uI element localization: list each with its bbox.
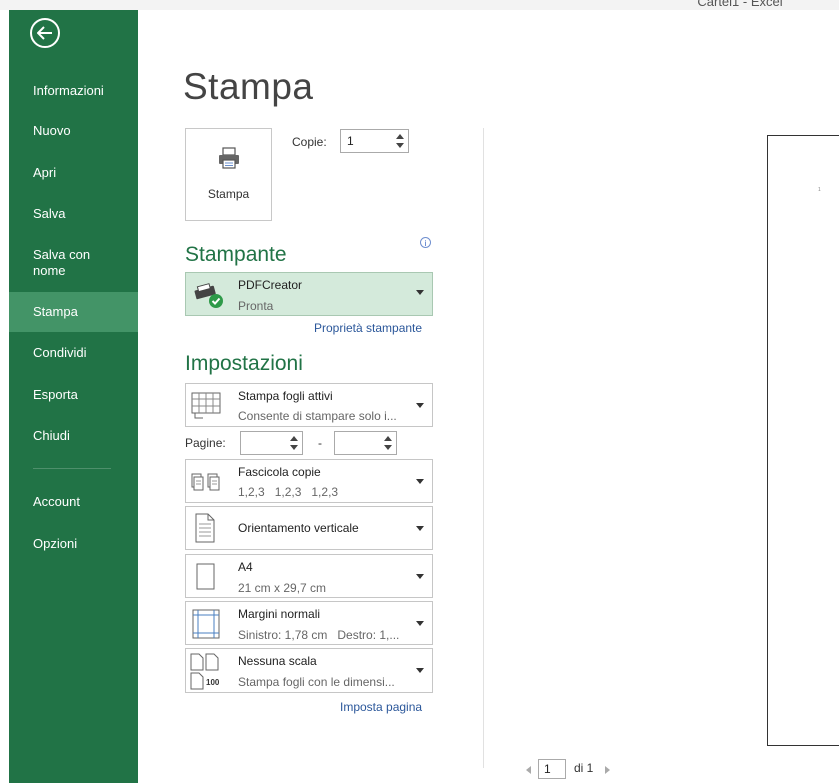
paper-size-title: A4 — [238, 560, 253, 574]
printer-status: Pronta — [238, 299, 274, 313]
margins-subtitle: Sinistro: 1,78 cm Destro: 1,... — [238, 628, 400, 642]
info-icon[interactable]: i — [420, 237, 431, 248]
print-button-label: Stampa — [207, 187, 250, 201]
copies-stepper[interactable]: 1 — [340, 129, 409, 153]
pages-to-stepper[interactable] — [334, 431, 397, 455]
window-title: Cartel1 - Excel — [697, 0, 783, 9]
pages-dash: - — [318, 436, 322, 450]
copies-spin-arrows[interactable] — [396, 133, 404, 149]
sidebar-item-nuovo[interactable]: Nuovo — [9, 123, 138, 139]
sidebar-item-stampa[interactable]: Stampa — [9, 292, 138, 332]
sidebar-item-apri[interactable]: Apri — [9, 165, 138, 181]
print-what-title: Stampa fogli attivi — [238, 389, 333, 403]
back-button[interactable] — [30, 18, 60, 48]
backstage-sidebar: Informazioni Nuovo Apri Salva Salva con … — [9, 10, 138, 783]
print-button[interactable]: Stampa — [185, 128, 272, 221]
printer-properties-link[interactable]: Proprietà stampante — [314, 321, 422, 335]
chevron-down-icon — [416, 479, 424, 484]
printer-ready-icon — [194, 283, 223, 308]
orientation-dropdown[interactable]: Orientamento verticale — [185, 506, 433, 550]
page-total-label: di 1 — [574, 761, 594, 775]
chevron-down-icon — [416, 621, 424, 626]
chevron-down-icon — [416, 526, 424, 531]
scaling-subtitle: Stampa fogli con le dimensi... — [238, 675, 395, 689]
paper-size-dropdown[interactable]: A4 21 cm x 29,7 cm — [185, 554, 433, 598]
collate-dropdown[interactable]: Fascicola copie 1,2,3 1,2,3 1,2,3 — [185, 459, 433, 503]
sidebar-item-esporta[interactable]: Esporta — [9, 387, 138, 403]
portrait-page-icon — [195, 513, 215, 543]
margins-title: Margini normali — [238, 607, 321, 621]
printer-section-title: Stampante — [185, 243, 287, 266]
sidebar-item-informazioni[interactable]: Informazioni — [9, 83, 138, 99]
paper-size-icon — [196, 563, 215, 590]
preview-page-mark: 1 — [818, 187, 821, 193]
printer-icon — [219, 147, 239, 169]
scaling-dropdown[interactable]: 100 Nessuna scala Stampa fogli con le di… — [185, 648, 433, 693]
pages-to-spin-arrows[interactable] — [384, 435, 392, 451]
settings-section-title: Impostazioni — [185, 352, 303, 375]
printer-dropdown[interactable]: PDFCreator Pronta — [185, 272, 433, 316]
next-page-icon[interactable] — [605, 766, 610, 774]
pages-from-stepper[interactable] — [240, 431, 303, 455]
copies-label: Copie: — [292, 135, 327, 149]
print-what-subtitle: Consente di stampare solo i... — [238, 409, 397, 423]
panel-divider — [483, 128, 484, 768]
margins-dropdown[interactable]: Margini normali Sinistro: 1,78 cm Destro… — [185, 601, 433, 645]
orientation-title: Orientamento verticale — [238, 521, 359, 535]
sidebar-item-salva-con-nome[interactable]: Salva con nome — [9, 247, 138, 279]
sidebar-divider — [33, 468, 111, 469]
sidebar-item-condividi[interactable]: Condividi — [9, 345, 138, 361]
collate-icon — [191, 473, 220, 491]
page-setup-link[interactable]: Imposta pagina — [340, 700, 422, 714]
printer-name: PDFCreator — [238, 278, 303, 292]
back-arrow-icon — [37, 26, 52, 40]
pages-label: Pagine: — [185, 436, 226, 450]
sidebar-item-chiudi[interactable]: Chiudi — [9, 428, 138, 444]
sheet-grid-icon — [191, 392, 221, 419]
paper-size-subtitle: 21 cm x 29,7 cm — [238, 581, 327, 595]
chevron-down-icon — [416, 574, 424, 579]
chevron-down-icon — [416, 290, 424, 295]
print-what-dropdown[interactable]: Stampa fogli attivi Consente di stampare… — [185, 383, 433, 427]
sidebar-item-account[interactable]: Account — [9, 494, 138, 510]
copies-value: 1 — [347, 134, 354, 148]
chevron-down-icon — [416, 403, 424, 408]
page-title: Stampa — [183, 66, 314, 107]
scaling-icon-text: 100 — [206, 678, 220, 687]
collate-subtitle: 1,2,3 1,2,3 1,2,3 — [238, 485, 339, 499]
current-page-input[interactable]: 1 — [538, 759, 566, 779]
previous-page-icon[interactable] — [526, 766, 531, 774]
collate-title: Fascicola copie — [238, 465, 321, 479]
scaling-title: Nessuna scala — [238, 654, 317, 668]
sidebar-item-salva[interactable]: Salva — [9, 206, 138, 222]
print-preview-page — [767, 135, 839, 746]
margins-icon — [192, 609, 220, 639]
pages-from-spin-arrows[interactable] — [290, 435, 298, 451]
sidebar-item-opzioni[interactable]: Opzioni — [9, 536, 138, 552]
chevron-down-icon — [416, 668, 424, 673]
